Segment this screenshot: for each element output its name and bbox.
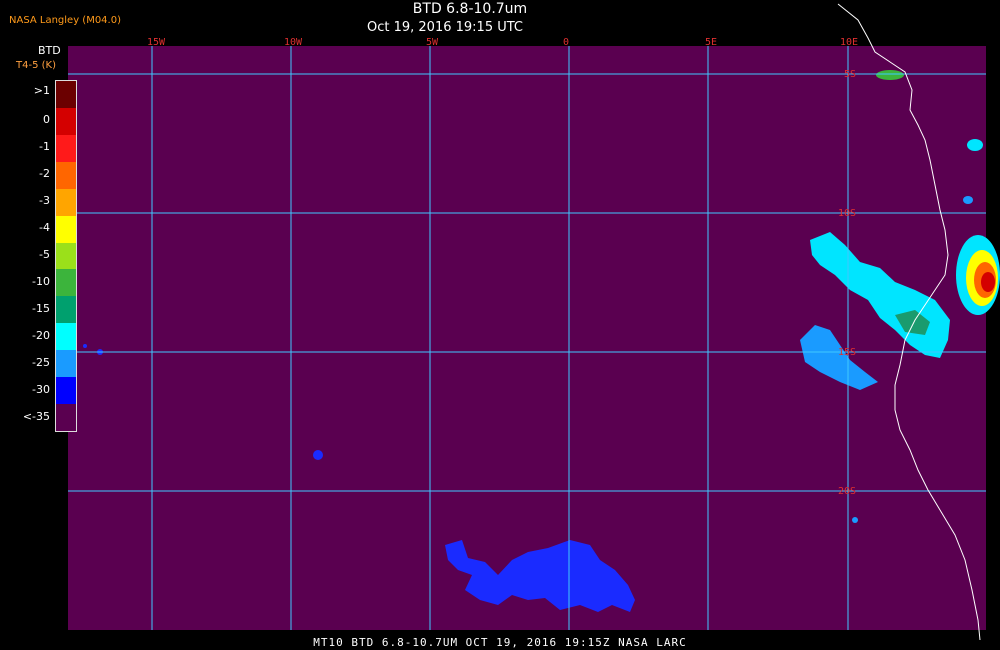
colorbar-segment [56, 242, 76, 270]
colorbar-tick-label: -1 [39, 140, 50, 154]
lat-label-20s: 20S [838, 486, 856, 497]
satellite-map: 15W 10W 5W 0 5E 10E 5S 10S 15S 20S [68, 3, 1000, 641]
colorbar-tick-label: -25 [32, 355, 50, 369]
colorbar-segment [56, 215, 76, 243]
colorbar-tick-label: <-35 [22, 409, 50, 423]
colorbar-segment [56, 404, 76, 431]
colorbar-title: BTD [38, 44, 61, 57]
colorbar-tick-label: -3 [39, 194, 50, 208]
colorbar-segment [56, 107, 76, 135]
colorbar-tick-label: >1 [33, 84, 50, 98]
colorbar-tick-label: -20 [32, 328, 50, 342]
colorbar-segment [56, 323, 76, 351]
lon-label-5w: 5W [426, 37, 439, 48]
colorbar [55, 80, 77, 432]
colorbar-segment [56, 269, 76, 297]
colorbar-tick-label: -4 [39, 221, 50, 235]
colorbar-tick-label: -10 [32, 274, 50, 288]
lon-label-5e: 5E [705, 37, 717, 48]
colorbar-segment [56, 188, 76, 216]
colorbar-tick-label: -2 [39, 167, 50, 181]
colorbar-segment [56, 161, 76, 189]
colorbar-segment [56, 296, 76, 324]
colorbar-segment [56, 134, 76, 162]
colorbar-segment [56, 377, 76, 405]
lat-label-5s: 5S [844, 69, 856, 80]
image-timestamp: Oct 19, 2016 19:15 UTC [367, 20, 523, 35]
storm-core [981, 272, 995, 292]
colorbar-units: T4-5 (K) [16, 60, 56, 71]
colorbar-tick-label: -5 [39, 248, 50, 261]
image-title: BTD 6.8-10.7um [412, 1, 528, 17]
cloud-north-green [876, 70, 904, 80]
lon-label-10w: 10W [284, 37, 303, 48]
lat-label-15s: 15S [838, 347, 856, 358]
colorbar-tick-label: -15 [32, 301, 50, 315]
colorbar-segment [56, 81, 76, 108]
lon-label-15w: 15W [147, 37, 166, 48]
colorbar-tick-label: -30 [32, 382, 50, 396]
lat-label-10s: 10S [838, 208, 856, 219]
colorbar-segment [56, 350, 76, 378]
lon-label-10e: 10E [840, 37, 858, 48]
lon-label-0: 0 [563, 37, 569, 48]
footer-caption: MT10 BTD 6.8-10.7UM OCT 19, 2016 19:15Z … [313, 636, 687, 649]
colorbar-tick-label: 0 [43, 113, 50, 127]
